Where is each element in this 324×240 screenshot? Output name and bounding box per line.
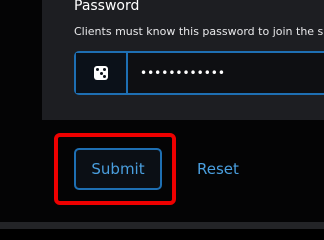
password-field[interactable] xyxy=(132,53,324,93)
dice-icon xyxy=(94,66,108,80)
submit-button[interactable]: Submit xyxy=(74,148,162,190)
password-label: Password xyxy=(74,0,140,14)
page: Password Clients must know this password… xyxy=(0,0,324,229)
reset-link[interactable]: Reset xyxy=(197,160,239,178)
bottom-bar xyxy=(0,222,324,229)
password-input-group xyxy=(74,51,324,95)
generate-password-button[interactable] xyxy=(76,53,128,93)
password-help-text: Clients must know this password to join … xyxy=(74,25,324,38)
